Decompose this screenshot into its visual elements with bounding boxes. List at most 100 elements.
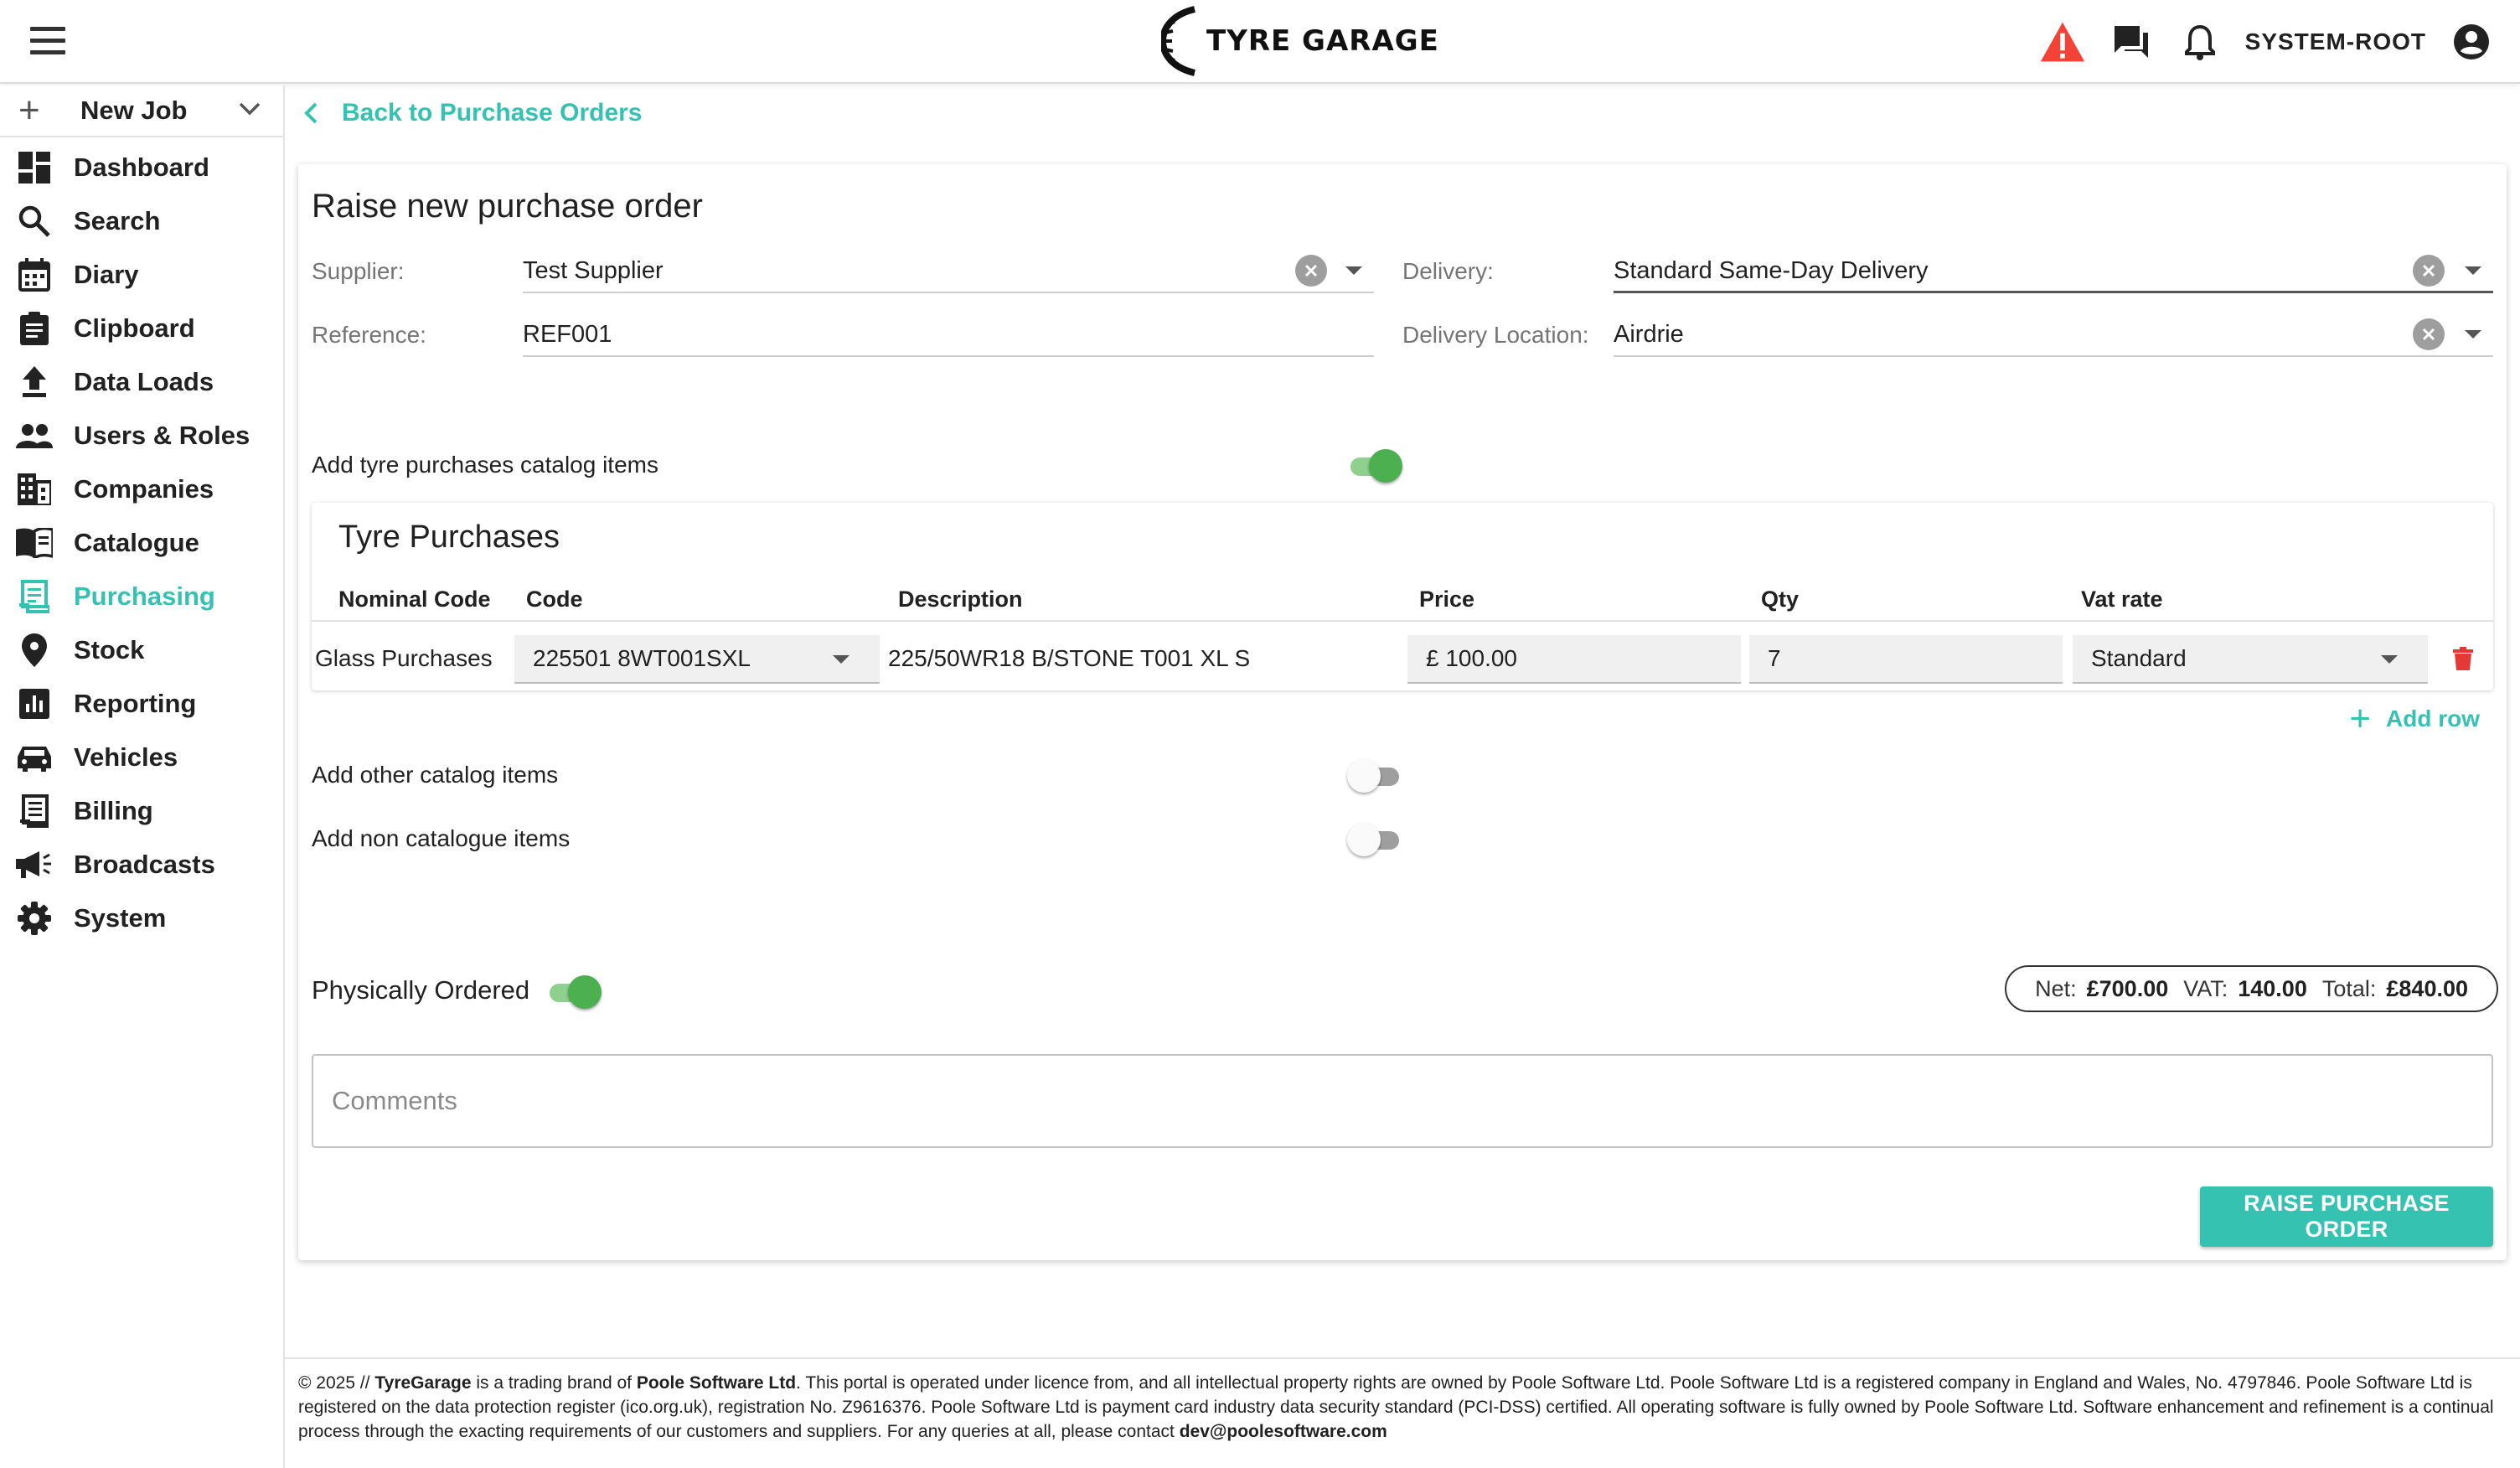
net-value: £700.00 bbox=[2086, 975, 2169, 1001]
user-name[interactable]: SYSTEM-ROOT bbox=[2245, 28, 2426, 55]
people-icon bbox=[15, 416, 54, 455]
sidebar-item-clipboard[interactable]: Clipboard bbox=[0, 302, 283, 355]
sidebar-item-billing[interactable]: Billing bbox=[0, 784, 283, 838]
account-circle-icon[interactable] bbox=[2448, 18, 2495, 65]
calendar-icon bbox=[15, 256, 54, 294]
footer-year: © 2025 // bbox=[298, 1373, 375, 1393]
delivery-location-label: Delivery Location: bbox=[1402, 322, 1589, 348]
tyre-items-toggle[interactable] bbox=[1347, 447, 1402, 484]
code-value: 225501 8WT001SXL bbox=[533, 645, 751, 671]
sidebar-item-purchasing[interactable]: Purchasing bbox=[0, 570, 283, 623]
bell-icon[interactable] bbox=[2177, 18, 2223, 65]
sidebar-item-label: System bbox=[74, 903, 167, 933]
sidebar-item-vehicles[interactable]: Vehicles bbox=[0, 731, 283, 784]
footer-text-1: is a trading brand of bbox=[471, 1373, 637, 1393]
vat-dropdown-icon[interactable] bbox=[2381, 655, 2398, 664]
add-row-label: Add row bbox=[2386, 706, 2480, 731]
chart-icon bbox=[15, 685, 54, 723]
net-label: Net: bbox=[2035, 975, 2077, 1001]
raise-purchase-order-button[interactable]: RAISE PURCHASE ORDER bbox=[2200, 1186, 2493, 1247]
delivery-select[interactable]: Standard Same-Day Delivery bbox=[1614, 257, 1929, 285]
sidebar-nav: Dashboard Search Diary Clipboard Data Lo… bbox=[0, 137, 283, 945]
warning-icon[interactable] bbox=[2039, 18, 2086, 65]
vat-label: VAT: bbox=[2183, 975, 2228, 1001]
add-row-button[interactable]: + Add row bbox=[2349, 700, 2480, 737]
book-icon bbox=[15, 524, 54, 562]
sidebar-item-broadcasts[interactable]: Broadcasts bbox=[0, 838, 283, 892]
page-title: Raise new purchase order bbox=[312, 188, 703, 225]
clear-supplier-icon[interactable] bbox=[1295, 255, 1327, 287]
sidebar-item-label: Broadcasts bbox=[74, 850, 215, 879]
clear-location-icon[interactable] bbox=[2413, 318, 2445, 350]
tyre-items-toggle-label: Add tyre purchases catalog items bbox=[312, 452, 658, 478]
non-catalogue-toggle-label: Add non catalogue items bbox=[312, 825, 571, 851]
logo[interactable]: TYRE GARAGE bbox=[1161, 3, 1439, 79]
sidebar-item-label: Reporting bbox=[74, 689, 197, 718]
delivery-location-select[interactable]: Airdrie bbox=[1614, 321, 1684, 349]
comments-input[interactable] bbox=[313, 1056, 2492, 1146]
sidebar-item-catalogue[interactable]: Catalogue bbox=[0, 516, 283, 570]
col-vat-rate: Vat rate bbox=[2081, 587, 2163, 612]
sidebar-item-dashboard[interactable]: Dashboard bbox=[0, 141, 283, 194]
physically-ordered-toggle[interactable] bbox=[546, 974, 602, 1011]
sidebar-item-diary[interactable]: Diary bbox=[0, 248, 283, 302]
back-to-purchase-orders-link[interactable]: Back to Purchase Orders bbox=[303, 99, 643, 127]
location-underline bbox=[1614, 355, 2493, 357]
sidebar: + New Job Dashboard Search Diary Clipboa… bbox=[0, 85, 285, 1468]
location-pin-icon bbox=[15, 631, 54, 669]
delete-row-icon[interactable] bbox=[2453, 647, 2473, 675]
chevron-down-icon[interactable] bbox=[238, 101, 261, 117]
clipboard-icon bbox=[15, 309, 54, 348]
brand-name: TYRE GARAGE bbox=[1206, 24, 1439, 58]
supplier-select[interactable]: Test Supplier bbox=[523, 257, 664, 285]
supplier-dropdown-icon[interactable] bbox=[1345, 266, 1362, 275]
chat-icon[interactable] bbox=[2108, 18, 2155, 65]
qty-input[interactable]: 7 bbox=[1749, 635, 2063, 684]
vat-value: 140.00 bbox=[2238, 975, 2307, 1001]
footer: © 2025 // TyreGarage is a trading brand … bbox=[285, 1357, 2520, 1468]
col-price: Price bbox=[1419, 587, 1475, 612]
footer-email-link[interactable]: dev@poolesoftware.com bbox=[1180, 1422, 1387, 1441]
sidebar-item-label: Stock bbox=[74, 635, 145, 664]
price-input[interactable]: £ 100.00 bbox=[1407, 635, 1741, 684]
sidebar-item-search[interactable]: Search bbox=[0, 194, 283, 248]
vat-rate-value: Standard bbox=[2091, 645, 2187, 671]
purchase-order-form: Raise new purchase order Supplier: Test … bbox=[298, 164, 2507, 1260]
sidebar-item-users-roles[interactable]: Users & Roles bbox=[0, 409, 283, 463]
search-icon bbox=[15, 202, 54, 240]
sidebar-item-label: Users & Roles bbox=[74, 421, 250, 450]
col-qty: Qty bbox=[1761, 587, 1800, 612]
sidebar-item-stock[interactable]: Stock bbox=[0, 623, 283, 677]
total-label: Total: bbox=[2321, 975, 2377, 1001]
chevron-left-icon bbox=[304, 102, 318, 124]
vat-rate-select[interactable]: Standard bbox=[2073, 635, 2428, 684]
sidebar-item-label: Vehicles bbox=[74, 742, 178, 772]
reference-input[interactable]: REF001 bbox=[523, 321, 612, 349]
delivery-dropdown-icon[interactable] bbox=[2465, 266, 2481, 275]
sidebar-item-label: Diary bbox=[74, 260, 139, 289]
code-dropdown-icon[interactable] bbox=[833, 655, 849, 664]
sidebar-item-data-loads[interactable]: Data Loads bbox=[0, 355, 283, 409]
qty-value: 7 bbox=[1768, 645, 1781, 671]
tyre-purchases-table: Tyre Purchases Nominal Code Code Descrip… bbox=[312, 503, 2493, 690]
other-items-toggle[interactable] bbox=[1347, 757, 1402, 794]
code-select[interactable]: 225501 8WT001SXL bbox=[514, 635, 880, 684]
other-items-toggle-label: Add other catalog items bbox=[312, 762, 559, 788]
tyre-purchases-title: Tyre Purchases bbox=[338, 519, 560, 555]
sidebar-item-label: Purchasing bbox=[74, 582, 215, 611]
non-catalogue-toggle[interactable] bbox=[1347, 821, 1402, 858]
price-value: £ 100.00 bbox=[1426, 645, 1517, 671]
sidebar-item-label: Data Loads bbox=[74, 367, 214, 396]
footer-brand: TyreGarage bbox=[374, 1373, 472, 1393]
sidebar-item-companies[interactable]: Companies bbox=[0, 463, 283, 516]
location-dropdown-icon[interactable] bbox=[2465, 330, 2481, 339]
clear-delivery-icon[interactable] bbox=[2413, 255, 2445, 287]
col-nominal-code: Nominal Code bbox=[338, 587, 491, 612]
new-job-menu[interactable]: + New Job bbox=[0, 85, 283, 137]
tyre-logo-icon bbox=[1161, 6, 1196, 76]
delivery-underline bbox=[1614, 291, 2493, 293]
sidebar-item-reporting[interactable]: Reporting bbox=[0, 677, 283, 731]
menu-icon[interactable] bbox=[30, 27, 65, 57]
sidebar-item-label: Search bbox=[74, 206, 161, 235]
sidebar-item-system[interactable]: System bbox=[0, 892, 283, 945]
